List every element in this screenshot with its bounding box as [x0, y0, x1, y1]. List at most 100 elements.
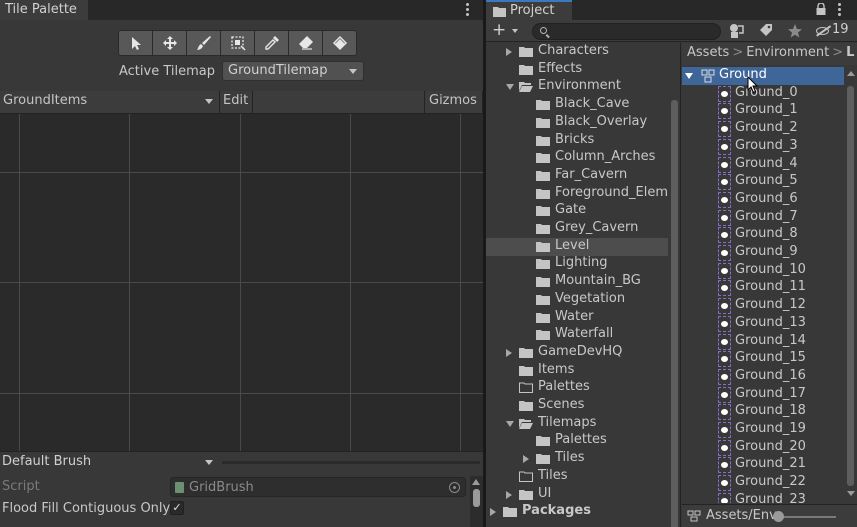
asset-list-scrollbar[interactable] — [844, 66, 857, 503]
asset-item[interactable]: Ground_16 — [682, 368, 844, 386]
search-input[interactable] — [532, 23, 721, 40]
asset-item[interactable]: Ground_21 — [682, 456, 844, 474]
project-menu-icon[interactable] — [838, 3, 842, 17]
scroll-up-icon[interactable] — [847, 71, 855, 76]
expand-right-icon[interactable] — [506, 349, 512, 357]
asset-item[interactable]: Ground_23 — [682, 492, 844, 503]
search-by-type-icon[interactable] — [728, 23, 746, 39]
folder-item[interactable]: Far_Cavern — [486, 167, 668, 185]
folder-item[interactable]: Lighting — [486, 255, 668, 273]
expand-down-icon[interactable] — [685, 73, 693, 79]
asset-item[interactable]: Ground_0 — [682, 85, 844, 103]
folder-item[interactable]: Tiles — [486, 468, 668, 486]
asset-item[interactable]: Ground_9 — [682, 244, 844, 262]
asset-item-selected[interactable]: Ground — [682, 67, 844, 85]
folder-item[interactable]: Black_Overlay — [486, 114, 668, 132]
asset-item[interactable]: Ground_17 — [682, 386, 844, 404]
folder-item[interactable]: Column_Arches — [486, 149, 668, 167]
script-field[interactable]: GridBrush — [170, 477, 466, 497]
asset-item[interactable]: Ground_3 — [682, 138, 844, 156]
eraser-tool-button[interactable] — [288, 30, 323, 56]
folder-item[interactable]: Bricks — [486, 132, 668, 150]
folder-item[interactable]: Items — [486, 362, 668, 380]
edit-button[interactable]: Edit — [220, 91, 253, 113]
folder-item[interactable]: Tilemaps — [486, 415, 668, 433]
folder-item[interactable]: Black_Cave — [486, 96, 668, 114]
hidden-packages-toggle[interactable]: 19 — [816, 22, 849, 37]
folder-item[interactable]: Palettes — [486, 379, 668, 397]
create-button[interactable]: + — [490, 21, 520, 41]
expand-down-icon[interactable] — [506, 421, 514, 427]
folder-item[interactable]: Mountain_BG — [486, 273, 668, 291]
tab-project[interactable]: Project — [486, 0, 572, 20]
select-tool-button[interactable] — [118, 30, 153, 56]
lock-icon[interactable] — [816, 3, 826, 15]
asset-item[interactable]: Ground_8 — [682, 226, 844, 244]
asset-item[interactable]: Ground_5 — [682, 173, 844, 191]
tab-tile-palette[interactable]: Tile Palette — [0, 0, 88, 20]
folder-item[interactable]: Environment — [486, 78, 668, 96]
asset-item[interactable]: Ground_11 — [682, 279, 844, 297]
folder-item[interactable]: Water — [486, 309, 668, 327]
folder-tree-scrollbar[interactable] — [668, 43, 681, 527]
scroll-thumb[interactable] — [847, 86, 854, 486]
asset-item[interactable]: Ground_10 — [682, 262, 844, 280]
palette-dropdown[interactable]: GroundItems — [0, 91, 220, 113]
asset-item[interactable]: Ground_15 — [682, 350, 844, 368]
asset-item[interactable]: Ground_12 — [682, 297, 844, 315]
folder-item[interactable]: Scenes — [486, 397, 668, 415]
paintbrush-tool-button[interactable] — [186, 30, 221, 56]
asset-item[interactable]: Ground_6 — [682, 191, 844, 209]
folder-item[interactable]: Gate — [486, 202, 668, 220]
folder-item[interactable]: UI — [486, 486, 668, 504]
object-picker-icon[interactable] — [449, 482, 460, 493]
breadcrumb-item[interactable]: Environment — [746, 45, 829, 60]
expand-right-icon[interactable] — [490, 508, 496, 516]
expand-right-icon[interactable] — [506, 491, 512, 499]
asset-item[interactable]: Ground_13 — [682, 315, 844, 333]
expand-down-icon[interactable] — [506, 84, 514, 90]
expand-right-icon[interactable] — [506, 48, 512, 56]
brush-splitter[interactable] — [222, 461, 480, 464]
asset-item[interactable]: Ground_22 — [682, 474, 844, 492]
scroll-thumb[interactable] — [671, 100, 678, 527]
asset-item[interactable]: Ground_1 — [682, 102, 844, 120]
brush-dropdown[interactable]: Default Brush — [0, 452, 218, 473]
tile-palette-grid[interactable] — [0, 114, 483, 451]
label-tag-icon[interactable] — [757, 23, 775, 39]
folder-item[interactable]: Grey_Cavern — [486, 220, 668, 238]
picker-tool-button[interactable] — [254, 30, 289, 56]
folder-tree[interactable]: Characters Effects Environment Black_Cave Bl… — [486, 43, 668, 527]
asset-item[interactable]: Ground_7 — [682, 209, 844, 227]
asset-item[interactable]: Ground_19 — [682, 421, 844, 439]
tile-palette-menu-icon[interactable] — [466, 3, 470, 17]
fill-bucket-tool-button[interactable] — [322, 30, 357, 56]
asset-item[interactable]: Ground_2 — [682, 120, 844, 138]
inspector-scrollbar[interactable] — [470, 476, 483, 527]
folder-item[interactable]: Level — [486, 238, 668, 256]
folder-item[interactable]: Waterfall — [486, 326, 668, 344]
gizmos-button[interactable]: Gizmos — [425, 91, 483, 113]
scroll-down-icon[interactable] — [847, 491, 855, 496]
active-tilemap-dropdown[interactable]: GroundTilemap — [222, 61, 364, 81]
icon-size-slider-knob[interactable] — [773, 511, 784, 522]
folder-item[interactable]: Packages — [486, 503, 668, 521]
asset-item[interactable]: Ground_18 — [682, 403, 844, 421]
asset-item[interactable]: Ground_4 — [682, 156, 844, 174]
folder-item[interactable]: Foreground_Eleme — [486, 185, 668, 203]
expand-right-icon[interactable] — [523, 455, 529, 463]
box-fill-tool-button[interactable] — [220, 30, 255, 56]
asset-list[interactable]: Ground Ground_0 Ground_1 Ground_2 Ground_3 Gr… — [682, 66, 844, 503]
favorite-star-icon[interactable] — [786, 23, 804, 39]
scroll-thumb[interactable] — [473, 489, 480, 507]
folder-item[interactable]: Vegetation — [486, 291, 668, 309]
move-tool-button[interactable] — [152, 30, 187, 56]
breadcrumb-item[interactable]: Assets — [687, 45, 729, 60]
folder-item[interactable]: Palettes — [486, 432, 668, 450]
breadcrumb-item[interactable]: L — [846, 45, 854, 60]
folder-item[interactable]: GameDevHQ — [486, 344, 668, 362]
folder-item[interactable]: Characters — [486, 43, 668, 61]
folder-item[interactable]: Tiles — [486, 450, 668, 468]
scroll-up-icon[interactable] — [472, 479, 480, 485]
asset-item[interactable]: Ground_14 — [682, 333, 844, 351]
